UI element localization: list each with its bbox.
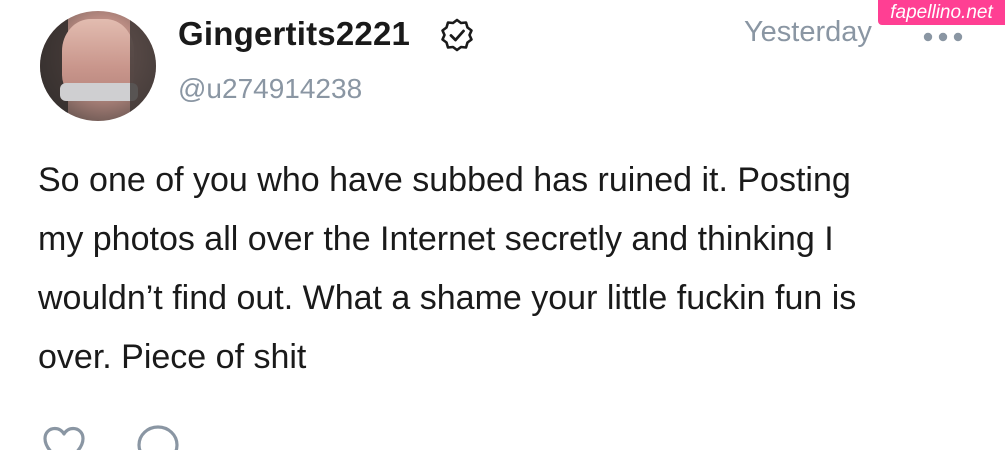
author-handle[interactable]: @u274914238 [178,73,362,105]
post-text-line: wouldn’t find out. What a shame your lit… [38,279,857,317]
comment-bubble-icon[interactable] [136,424,180,450]
verified-badge-icon [441,18,473,52]
avatar[interactable] [40,11,156,121]
post-timestamp: Yesterday [744,16,872,48]
post-text-line: over. Piece of shit [38,338,307,376]
post-card: Gingertits2221 @u274914238 Yesterday fap… [0,0,1005,450]
avatar-photo-band [60,83,138,101]
post-text-line: my photos all over the Internet secretly… [38,220,834,258]
heart-icon[interactable] [42,426,86,450]
watermark: fapellino.net [878,0,1005,25]
post-body: So one of you who have subbed has ruined… [38,151,968,387]
author-display-name[interactable]: Gingertits2221 [178,15,410,53]
more-dots-icon[interactable] [922,32,964,42]
post-text-line: So one of you who have subbed has ruined… [38,161,851,199]
avatar-shadow-right [130,11,156,121]
